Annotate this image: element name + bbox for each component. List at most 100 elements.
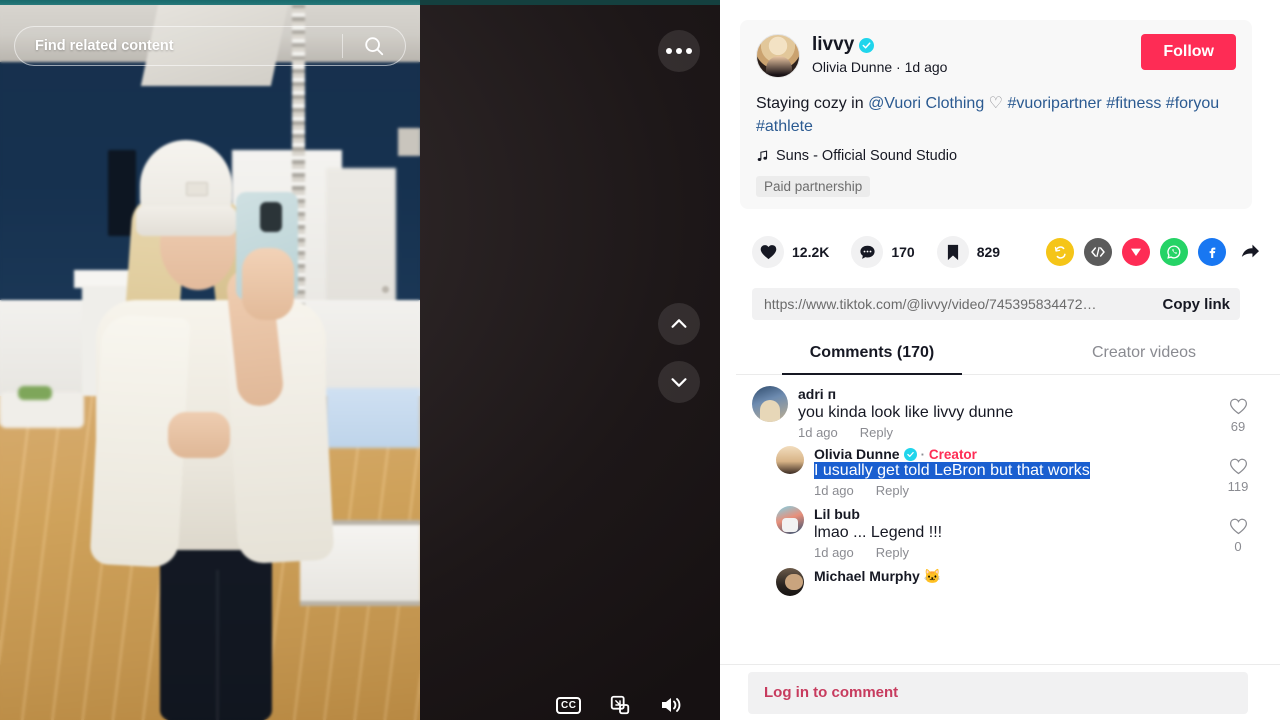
copy-link-button[interactable]: Copy link <box>1152 296 1230 313</box>
commenter-name[interactable]: Olivia Dunne · Creator <box>814 446 1216 462</box>
tab-comments[interactable]: Comments (170) <box>736 334 1008 374</box>
author-separator: · <box>896 58 901 75</box>
verified-badge-icon <box>903 447 917 461</box>
hashtag-athlete[interactable]: #athlete <box>756 118 813 135</box>
comment-like-count: 0 <box>1234 539 1242 554</box>
comment-item: Lil bub lmao ... Legend !!! 1d ago Reply… <box>720 502 1280 560</box>
comment-body: Lil bub lmao ... Legend !!! 1d ago Reply <box>814 506 1216 560</box>
tab-creator-videos[interactable]: Creator videos <box>1008 334 1280 374</box>
video-url: https://www.tiktok.com/@livvy/video/7453… <box>764 296 1097 312</box>
commenter-name[interactable]: adri ᴨ <box>798 386 1216 402</box>
chevron-down-icon <box>671 378 687 387</box>
creator-badge: Creator <box>928 446 977 462</box>
comment-like-group[interactable]: 0 <box>1216 506 1260 560</box>
music-title: Suns - Official Sound Studio <box>776 148 958 165</box>
commenter-name-text: Lil bub <box>814 506 860 522</box>
commenter-avatar[interactable] <box>776 506 804 534</box>
video-stage[interactable]: Find related content CC <box>0 0 720 720</box>
tiktok-video-page: Find related content CC livvy Olivia Dun… <box>0 0 1280 720</box>
comment-like-group[interactable]: 119 <box>1216 446 1260 498</box>
bookmark-button[interactable] <box>936 236 969 268</box>
post-time-ago: 1d ago <box>904 58 948 75</box>
comment-body: adri ᴨ you kinda look like livvy dunne 1… <box>798 386 1216 440</box>
next-video-button[interactable] <box>658 361 700 403</box>
commenter-name[interactable]: Lil bub <box>814 506 1216 522</box>
like-stat[interactable]: 12.2K <box>752 236 829 268</box>
hashtag-foryou[interactable]: #foryou <box>1166 95 1219 112</box>
search-input[interactable]: Find related content <box>15 38 342 54</box>
whatsapp-icon[interactable] <box>1160 238 1188 266</box>
heart-outline-icon[interactable] <box>1229 398 1248 415</box>
share-arrow-icon[interactable] <box>1236 238 1264 266</box>
embed-code-icon[interactable] <box>1084 238 1112 266</box>
caption-text: Staying cozy in <box>756 95 869 112</box>
panel-tabs: Comments (170) Creator videos <box>736 334 1280 375</box>
comment-reply-button[interactable]: Reply <box>876 483 909 498</box>
comment-reply-button[interactable]: Reply <box>876 545 909 560</box>
caption-heart-icon: ♡ <box>988 95 1004 112</box>
commenter-name-text: adri ᴨ <box>798 386 837 402</box>
comment-time: 1d ago <box>798 425 838 440</box>
author-row: livvy Olivia Dunne · 1d ago Follow <box>756 34 1236 78</box>
facebook-icon[interactable] <box>1198 238 1226 266</box>
author-avatar[interactable] <box>756 34 800 78</box>
music-note-icon <box>757 150 768 162</box>
follow-button[interactable]: Follow <box>1141 34 1236 70</box>
more-options-button[interactable] <box>658 30 700 72</box>
engagement-bar: 12.2K 170 829 <box>752 236 1264 268</box>
hashtag-vuoripartner[interactable]: #vuoripartner <box>1007 95 1101 112</box>
commenter-avatar[interactable] <box>752 386 788 422</box>
comment-time: 1d ago <box>814 545 854 560</box>
comment-like-group[interactable]: 69 <box>1216 386 1260 440</box>
paid-partnership-badge: Paid partnership <box>756 176 871 198</box>
author-subline: Olivia Dunne · 1d ago <box>812 59 1141 75</box>
author-handle[interactable]: livvy <box>812 34 854 57</box>
comment-button[interactable] <box>851 236 884 268</box>
commenter-avatar[interactable] <box>776 568 804 596</box>
bookmark-stat[interactable]: 829 <box>936 236 1001 268</box>
comment-text-wrap: I usually get told LeBron but that works <box>814 462 1216 480</box>
commenter-avatar[interactable] <box>776 446 804 474</box>
comment-like-count: 119 <box>1227 479 1249 494</box>
comment-item: Michael Murphy 🐱 <box>720 564 1280 596</box>
comments-list[interactable]: adri ᴨ you kinda look like livvy dunne 1… <box>720 382 1280 664</box>
music-row[interactable]: Suns - Official Sound Studio <box>756 148 1236 164</box>
search-related-content[interactable]: Find related content <box>14 26 406 66</box>
volume-on-icon[interactable] <box>659 694 685 716</box>
bookmark-count: 829 <box>976 244 1001 260</box>
post-info-card: livvy Olivia Dunne · 1d ago Follow Stayi… <box>740 20 1252 210</box>
comment-meta: 1d ago Reply <box>814 545 1216 560</box>
heart-outline-icon[interactable] <box>1229 518 1248 535</box>
comment-text: you kinda look like livvy dunne <box>798 404 1014 421</box>
heart-outline-icon[interactable] <box>1229 458 1248 475</box>
comment-count: 170 <box>891 244 915 260</box>
repost-icon[interactable] <box>1046 238 1074 266</box>
video-info-panel: livvy Olivia Dunne · 1d ago Follow Stayi… <box>720 0 1280 720</box>
login-to-comment-link[interactable]: Log in to comment <box>764 684 898 701</box>
captions-button[interactable]: CC <box>556 696 582 714</box>
video-quality-icon[interactable] <box>609 694 631 716</box>
comment-item: adri ᴨ you kinda look like livvy dunne 1… <box>720 382 1280 440</box>
telegram-icon[interactable] <box>1122 238 1150 266</box>
like-count: 12.2K <box>792 244 830 260</box>
copy-link-bar[interactable]: https://www.tiktok.com/@livvy/video/7453… <box>752 288 1240 320</box>
verified-badge-icon <box>859 37 875 53</box>
author-display-name: Olivia Dunne <box>812 58 893 75</box>
like-button[interactable] <box>752 236 784 268</box>
video-player[interactable] <box>0 0 420 720</box>
bookmark-filled-icon <box>947 244 958 260</box>
comment-like-count: 69 <box>1230 419 1246 434</box>
search-button[interactable] <box>343 35 405 57</box>
comment-meta: 1d ago Reply <box>814 483 1216 498</box>
login-to-comment-box[interactable]: Log in to comment <box>748 671 1248 714</box>
hashtag-fitness[interactable]: #fitness <box>1106 95 1161 112</box>
login-bar: Log in to comment <box>720 664 1280 720</box>
commenter-name[interactable]: Michael Murphy 🐱 <box>814 568 1260 585</box>
post-caption: Staying cozy in @Vuori Clothing ♡ #vuori… <box>756 92 1236 138</box>
caption-mention-link[interactable]: @Vuori Clothing <box>868 95 984 112</box>
previous-video-button[interactable] <box>658 303 700 345</box>
comment-reply-button[interactable]: Reply <box>860 425 893 440</box>
chevron-up-icon <box>671 319 687 328</box>
comment-stat[interactable]: 170 <box>851 236 915 268</box>
comment-text: I usually get told LeBron but that works <box>814 462 1090 479</box>
